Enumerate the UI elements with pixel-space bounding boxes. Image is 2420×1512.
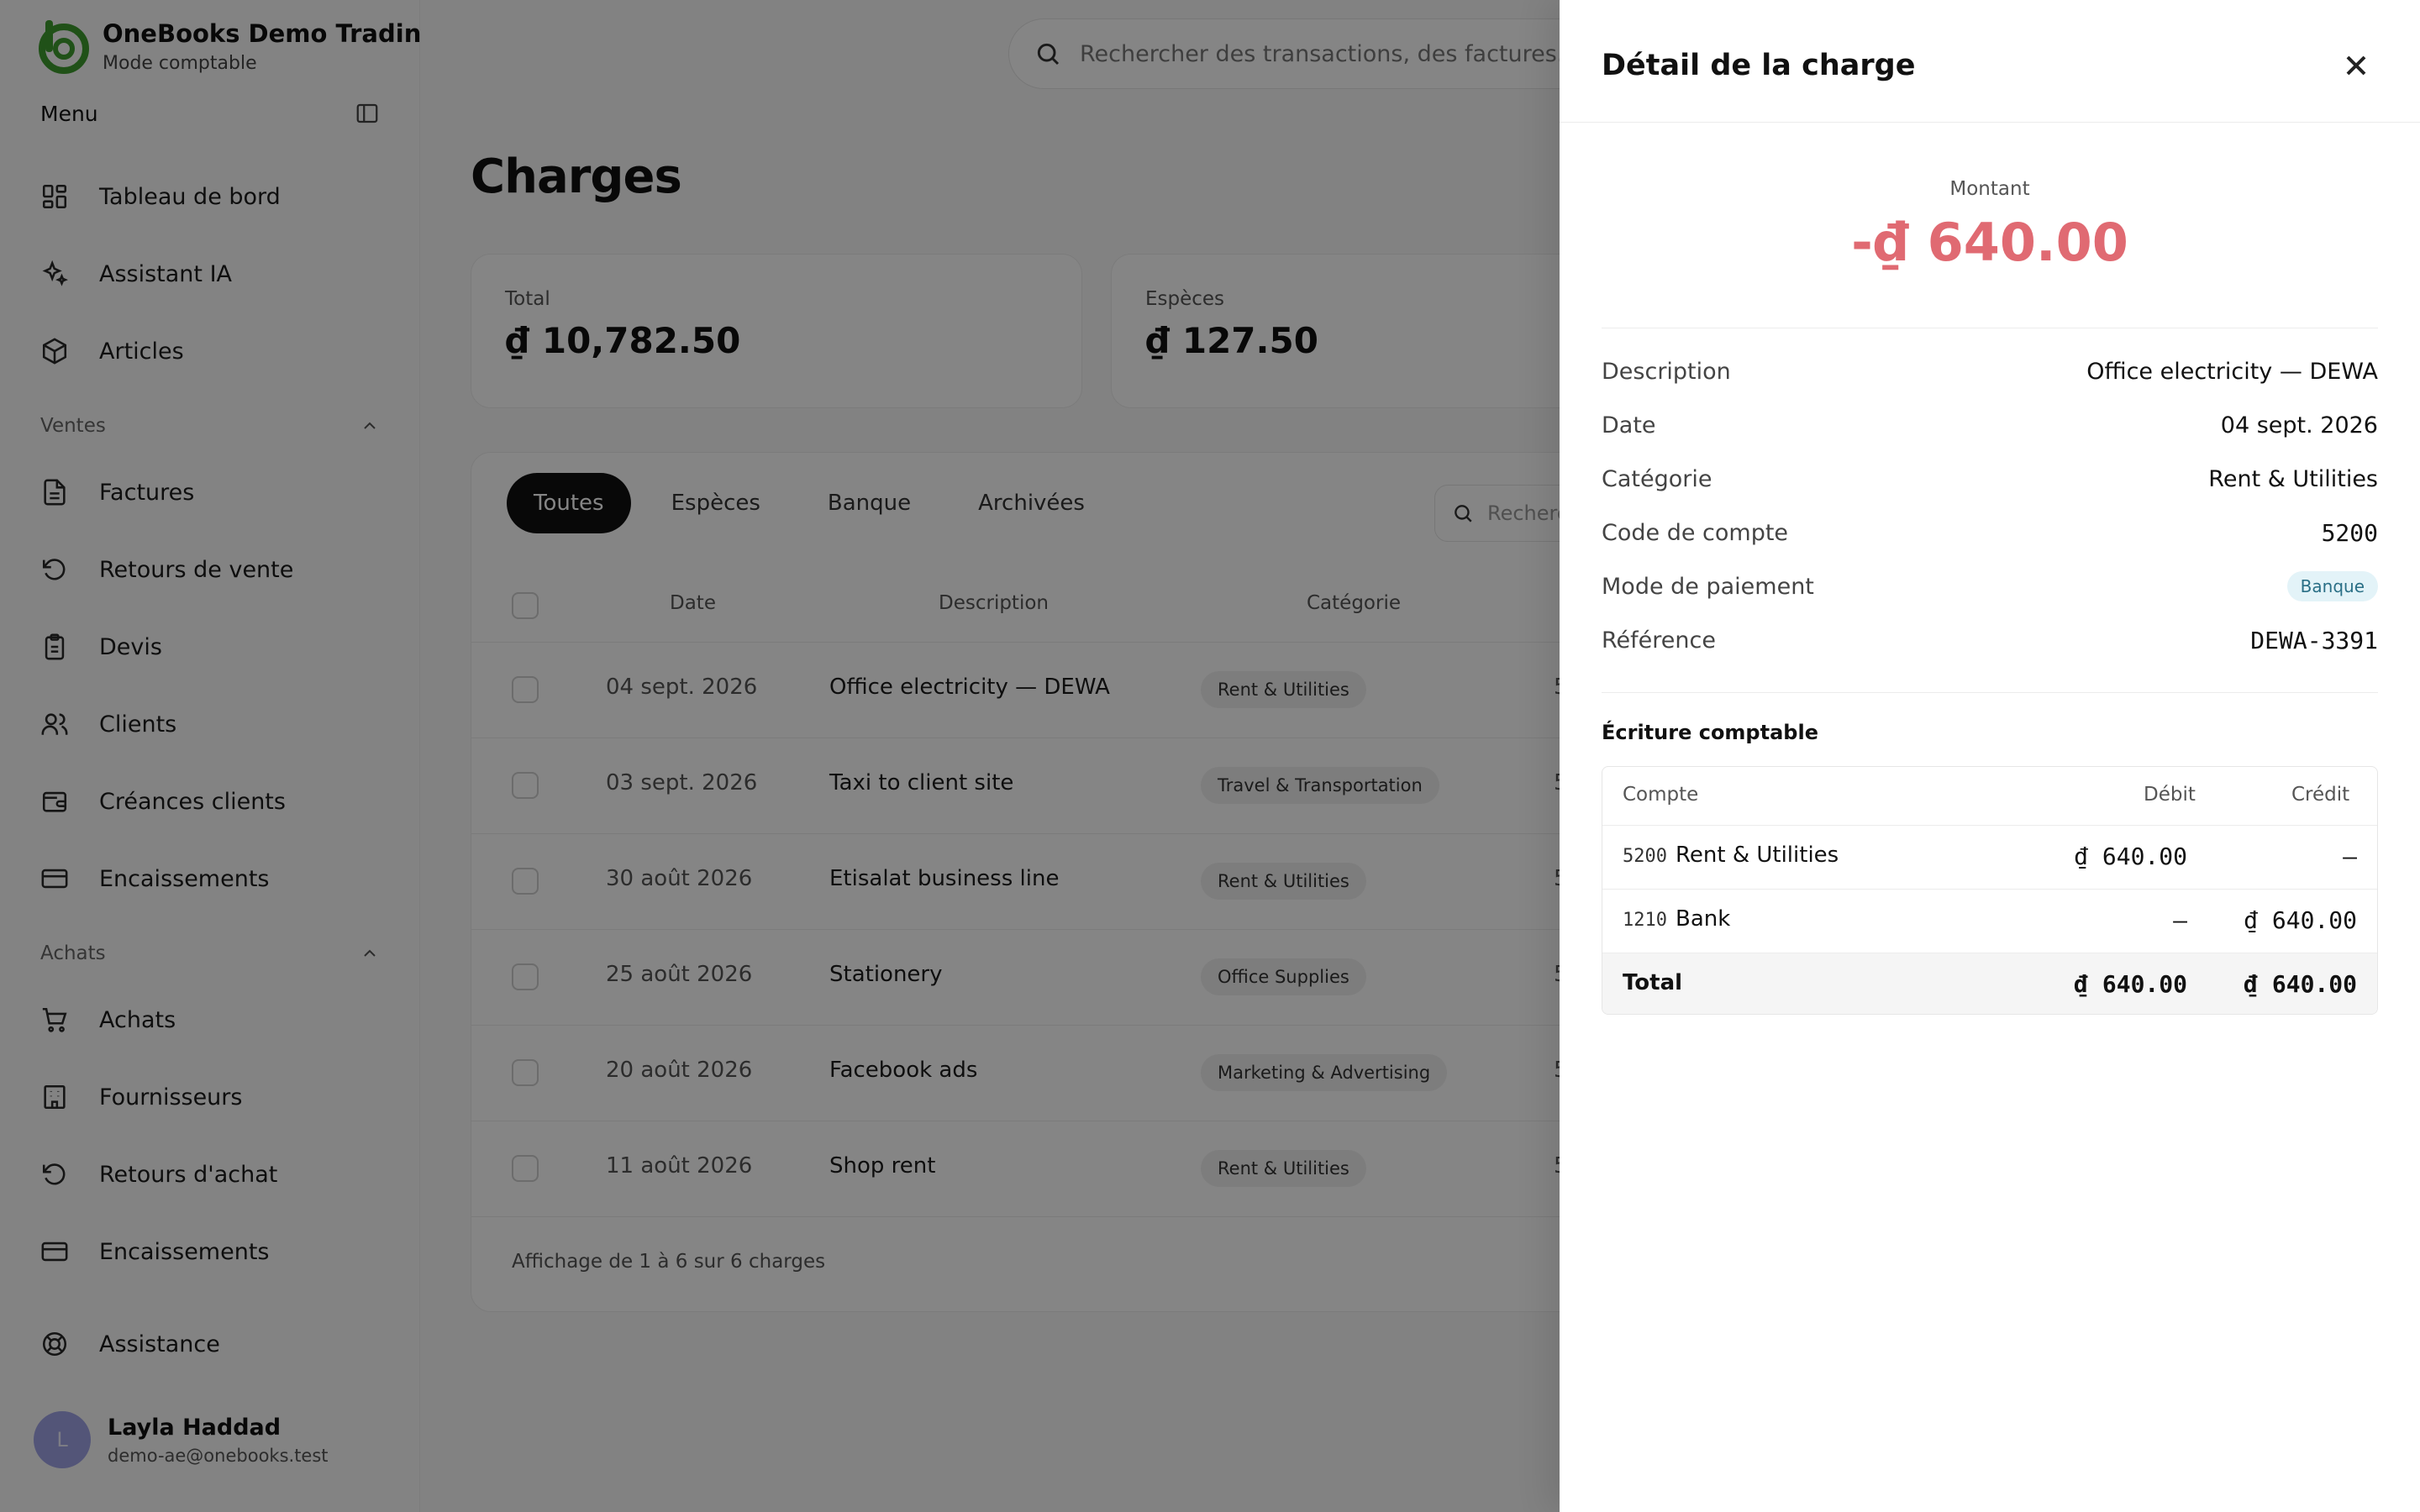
column-credit: Crédit: [2291, 784, 2350, 806]
amount-value: -₫ 640.00: [1851, 212, 2128, 273]
account-name: Bank: [1675, 906, 1731, 932]
journal-entry-title: Écriture comptable: [1602, 721, 1818, 744]
journal-debit: –: [2173, 906, 2187, 934]
journal-account: 1210 Bank: [1623, 906, 1730, 932]
detail-value: 5200: [2321, 518, 2378, 547]
journal-total-credit: ₫ 640.00: [2244, 970, 2357, 998]
detail-label: Code de compte: [1602, 519, 1789, 546]
column-debit: Débit: [2144, 784, 2196, 806]
detail-value: DEWA-3391: [2250, 626, 2378, 654]
journal-total-label: Total: [1623, 970, 1683, 995]
detail-label: Description: [1602, 358, 1731, 385]
divider: [1602, 692, 2378, 693]
detail-description: Description Office electricity — DEWA: [1602, 354, 2378, 388]
account-code: 5200: [1623, 846, 1667, 867]
detail-category: Catégorie Rent & Utilities: [1602, 462, 2378, 496]
detail-account-code: Code de compte 5200: [1602, 516, 2378, 549]
detail-payment-mode: Mode de paiement Banque: [1602, 570, 2378, 603]
detail-date: Date 04 sept. 2026: [1602, 408, 2378, 442]
journal-header: Compte Débit Crédit: [1602, 767, 2377, 826]
journal-total-row: Total ₫ 640.00 ₫ 640.00: [1602, 953, 2377, 1014]
payment-mode-badge: Banque: [2286, 571, 2378, 601]
amount-label: Montant: [1949, 178, 2030, 200]
account-code: 1210: [1623, 910, 1667, 931]
drawer-header: Détail de la charge: [1560, 0, 2420, 123]
journal-account: 5200 Rent & Utilities: [1623, 843, 1839, 868]
journal-debit: ₫ 640.00: [2074, 843, 2187, 870]
detail-value: 04 sept. 2026: [2220, 412, 2378, 438]
journal-row: 1210 Bank – ₫ 640.00: [1602, 890, 2377, 953]
expense-detail-drawer: Détail de la charge Montant -₫ 640.00 De…: [1560, 0, 2420, 1512]
column-account: Compte: [1623, 784, 1699, 806]
detail-label: Mode de paiement: [1602, 573, 1814, 600]
detail-label: Date: [1602, 412, 1656, 438]
close-icon: [2346, 55, 2366, 76]
detail-value: Rent & Utilities: [2208, 465, 2378, 492]
journal-total-debit: ₫ 640.00: [2074, 970, 2187, 998]
detail-label: Référence: [1602, 627, 1716, 654]
close-button[interactable]: [2339, 49, 2373, 82]
journal-credit: ₫ 640.00: [2244, 906, 2357, 934]
drawer-title: Détail de la charge: [1602, 49, 1916, 82]
journal-credit: –: [2343, 843, 2357, 870]
modal-backdrop[interactable]: [0, 0, 1560, 1512]
detail-label: Catégorie: [1602, 465, 1712, 492]
journal-entry-table: Compte Débit Crédit 5200 Rent & Utilities…: [1602, 766, 2378, 1015]
detail-reference: Référence DEWA-3391: [1602, 623, 2378, 657]
account-name: Rent & Utilities: [1675, 843, 1839, 868]
detail-value: Office electricity — DEWA: [2086, 358, 2378, 385]
journal-row: 5200 Rent & Utilities ₫ 640.00 –: [1602, 826, 2377, 890]
